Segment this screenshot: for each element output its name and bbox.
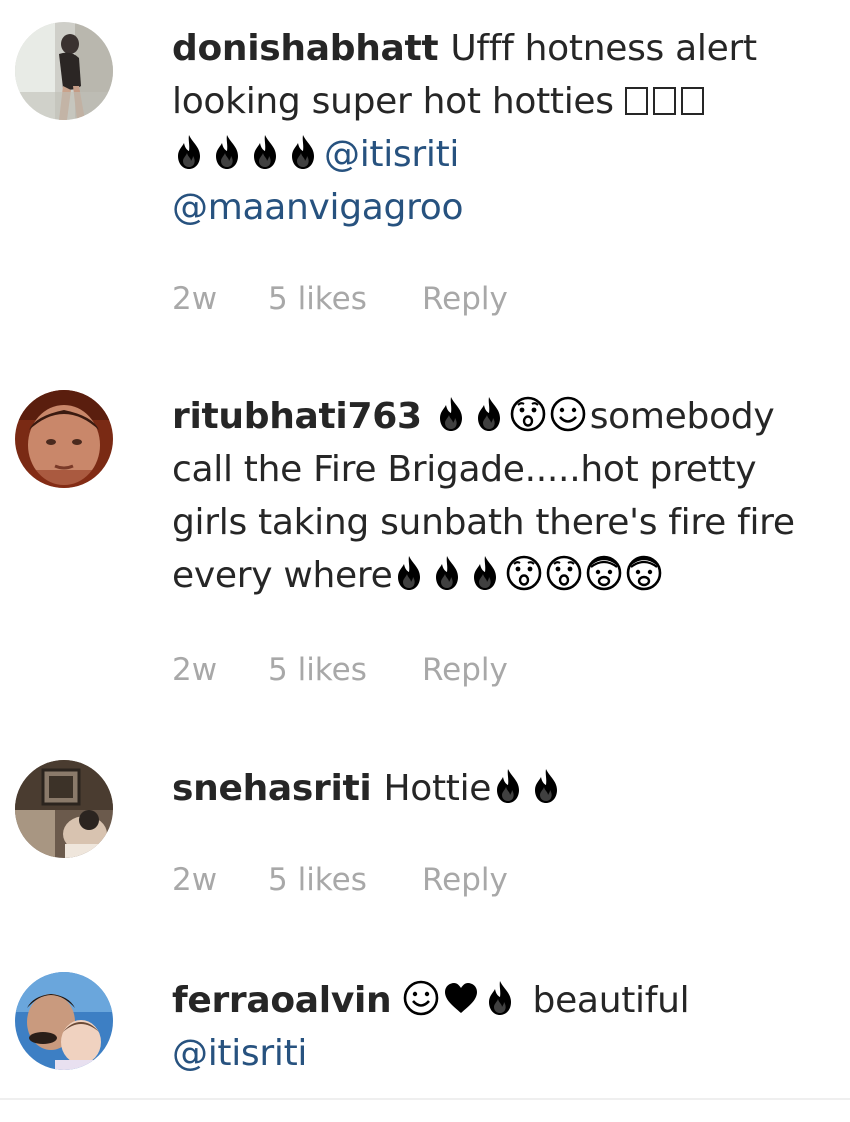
reply-button[interactable]: Reply	[422, 860, 508, 900]
fire-icon	[430, 555, 464, 591]
astonished-face-icon	[546, 555, 582, 591]
likes-count[interactable]: 5 likes	[268, 650, 422, 690]
mention-link[interactable]: @itisriti	[172, 1033, 307, 1074]
comment-text: ferraoalvin beautiful @itisriti	[172, 974, 812, 1080]
missing-glyph-icon	[680, 87, 704, 115]
fire-icon	[434, 396, 468, 432]
astonished-face-icon	[510, 396, 546, 432]
fire-icon	[491, 768, 525, 804]
likes-count[interactable]: 5 likes	[268, 860, 422, 900]
comment-username[interactable]: ferraoalvin	[172, 980, 392, 1021]
comment-meta: 2w 5 likes Reply	[172, 860, 508, 900]
comment-meta: 2w 5 likes Reply	[172, 650, 508, 690]
comment-time[interactable]: 2w	[172, 860, 268, 900]
fire-icon	[472, 396, 506, 432]
comment-time[interactable]: 2w	[172, 279, 268, 319]
avatar[interactable]	[15, 22, 113, 120]
missing-glyph-icon	[624, 87, 648, 115]
comment-username[interactable]: ritubhati763	[172, 396, 422, 437]
comment-text: ritubhati763 somebody call the Fire Briga…	[172, 390, 812, 602]
black-heart-icon	[443, 980, 479, 1016]
fearful-face-icon	[586, 555, 622, 591]
fire-icon	[248, 134, 282, 170]
avatar[interactable]	[15, 390, 113, 488]
comment-meta: 2w 5 likes Reply	[172, 279, 508, 319]
divider	[0, 1098, 850, 1100]
mention-link[interactable]: @maanvigagroo	[172, 187, 464, 228]
fire-icon	[468, 555, 502, 591]
smiling-face-icon	[550, 396, 586, 432]
fire-icon	[172, 134, 206, 170]
comment-body: Hottie	[383, 768, 492, 809]
astonished-face-icon	[506, 555, 542, 591]
fire-icon	[529, 768, 563, 804]
fire-icon	[286, 134, 320, 170]
comment-text: snehasriti Hottie	[172, 762, 812, 815]
comment-username[interactable]: snehasriti	[172, 768, 372, 809]
fire-icon	[210, 134, 244, 170]
smiling-face-icon	[403, 980, 439, 1016]
avatar[interactable]	[15, 972, 113, 1070]
avatar[interactable]	[15, 760, 113, 858]
comment-time[interactable]: 2w	[172, 650, 268, 690]
reply-button[interactable]: Reply	[422, 650, 508, 690]
comment-text: donishabhatt Ufff hotness alert looking s…	[172, 22, 812, 234]
fire-icon	[392, 555, 426, 591]
comment-username[interactable]: donishabhatt	[172, 28, 439, 69]
reply-button[interactable]: Reply	[422, 279, 508, 319]
fire-icon	[483, 980, 517, 1016]
comment-body: beautiful	[521, 980, 690, 1021]
fearful-face-icon	[626, 555, 662, 591]
missing-glyph-icon	[652, 87, 676, 115]
likes-count[interactable]: 5 likes	[268, 279, 422, 319]
mention-link[interactable]: @itisriti	[324, 134, 459, 175]
